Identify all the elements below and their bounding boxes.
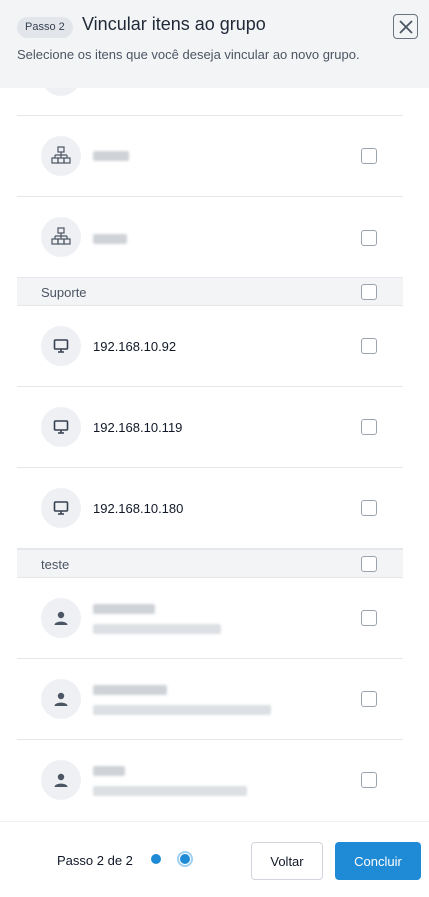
step-indicator-text: Passo 2 de 2 (57, 853, 133, 868)
step-dot-active (177, 851, 193, 867)
list-item[interactable] (17, 116, 403, 197)
avatar (41, 679, 81, 719)
monitor-icon (53, 420, 69, 434)
redacted-name (93, 604, 155, 614)
redacted-label (93, 151, 129, 161)
monitor-icon (53, 501, 69, 515)
avatar (41, 407, 81, 447)
monitor-icon (53, 339, 69, 353)
finish-button[interactable]: Concluir (335, 842, 421, 880)
redacted-name (93, 685, 167, 695)
avatar (41, 217, 81, 257)
list-item[interactable]: 192.168.10.92 (17, 306, 403, 387)
modal-header: Passo 2 Vincular itens ao grupo Selecion… (0, 0, 429, 88)
back-button[interactable]: Voltar (251, 842, 323, 880)
redacted-email (93, 705, 271, 715)
item-checkbox[interactable] (361, 610, 377, 626)
close-icon (398, 19, 413, 34)
redacted-name (93, 766, 125, 776)
modal-subtitle: Selecione os itens que você deseja vincu… (17, 47, 360, 62)
list-item[interactable] (17, 740, 403, 821)
group-label: teste (41, 557, 70, 572)
item-checkbox[interactable] (361, 419, 377, 435)
item-label: 192.168.10.119 (93, 420, 183, 435)
redacted-email (93, 624, 221, 634)
list-item[interactable] (17, 197, 403, 278)
item-label: 192.168.10.180 (93, 501, 184, 516)
list-item[interactable] (17, 578, 403, 659)
step-badge: Passo 2 (17, 17, 73, 38)
item-checkbox[interactable] (361, 230, 377, 246)
step-dot (151, 854, 161, 864)
modal-title: Vincular itens ao grupo (82, 14, 266, 34)
user-icon (54, 611, 68, 625)
redacted-email (93, 786, 247, 796)
list-item[interactable]: 192.168.10.180 (17, 468, 403, 549)
close-button[interactable] (393, 14, 418, 39)
item-label: 192.168.10.92 (93, 339, 177, 354)
modal-footer: Passo 2 de 2 Voltar Concluir (0, 821, 429, 897)
user-icon (54, 773, 68, 787)
group-checkbox[interactable] (361, 284, 377, 300)
list-item[interactable] (17, 88, 403, 116)
group-header-teste[interactable]: teste (17, 549, 403, 578)
redacted-label (93, 234, 127, 244)
list-item[interactable] (17, 659, 403, 740)
item-checkbox[interactable] (361, 691, 377, 707)
avatar (41, 488, 81, 528)
item-checkbox[interactable] (361, 772, 377, 788)
avatar (41, 326, 81, 366)
group-header-suporte[interactable]: Suporte (17, 277, 403, 306)
group-checkbox[interactable] (361, 556, 377, 572)
item-checkbox[interactable] (361, 148, 377, 164)
avatar (41, 136, 81, 176)
list-item[interactable]: 192.168.10.119 (17, 387, 403, 468)
item-checkbox[interactable] (361, 500, 377, 516)
item-checkbox[interactable] (361, 338, 377, 354)
network-icon (51, 146, 71, 164)
group-label: Suporte (41, 285, 87, 300)
network-icon (51, 227, 71, 245)
items-list[interactable]: Suporte 192.168.10.92 192.168.10.119 192… (0, 88, 429, 821)
avatar (41, 598, 81, 638)
avatar (41, 88, 81, 96)
user-icon (54, 692, 68, 706)
avatar (41, 760, 81, 800)
